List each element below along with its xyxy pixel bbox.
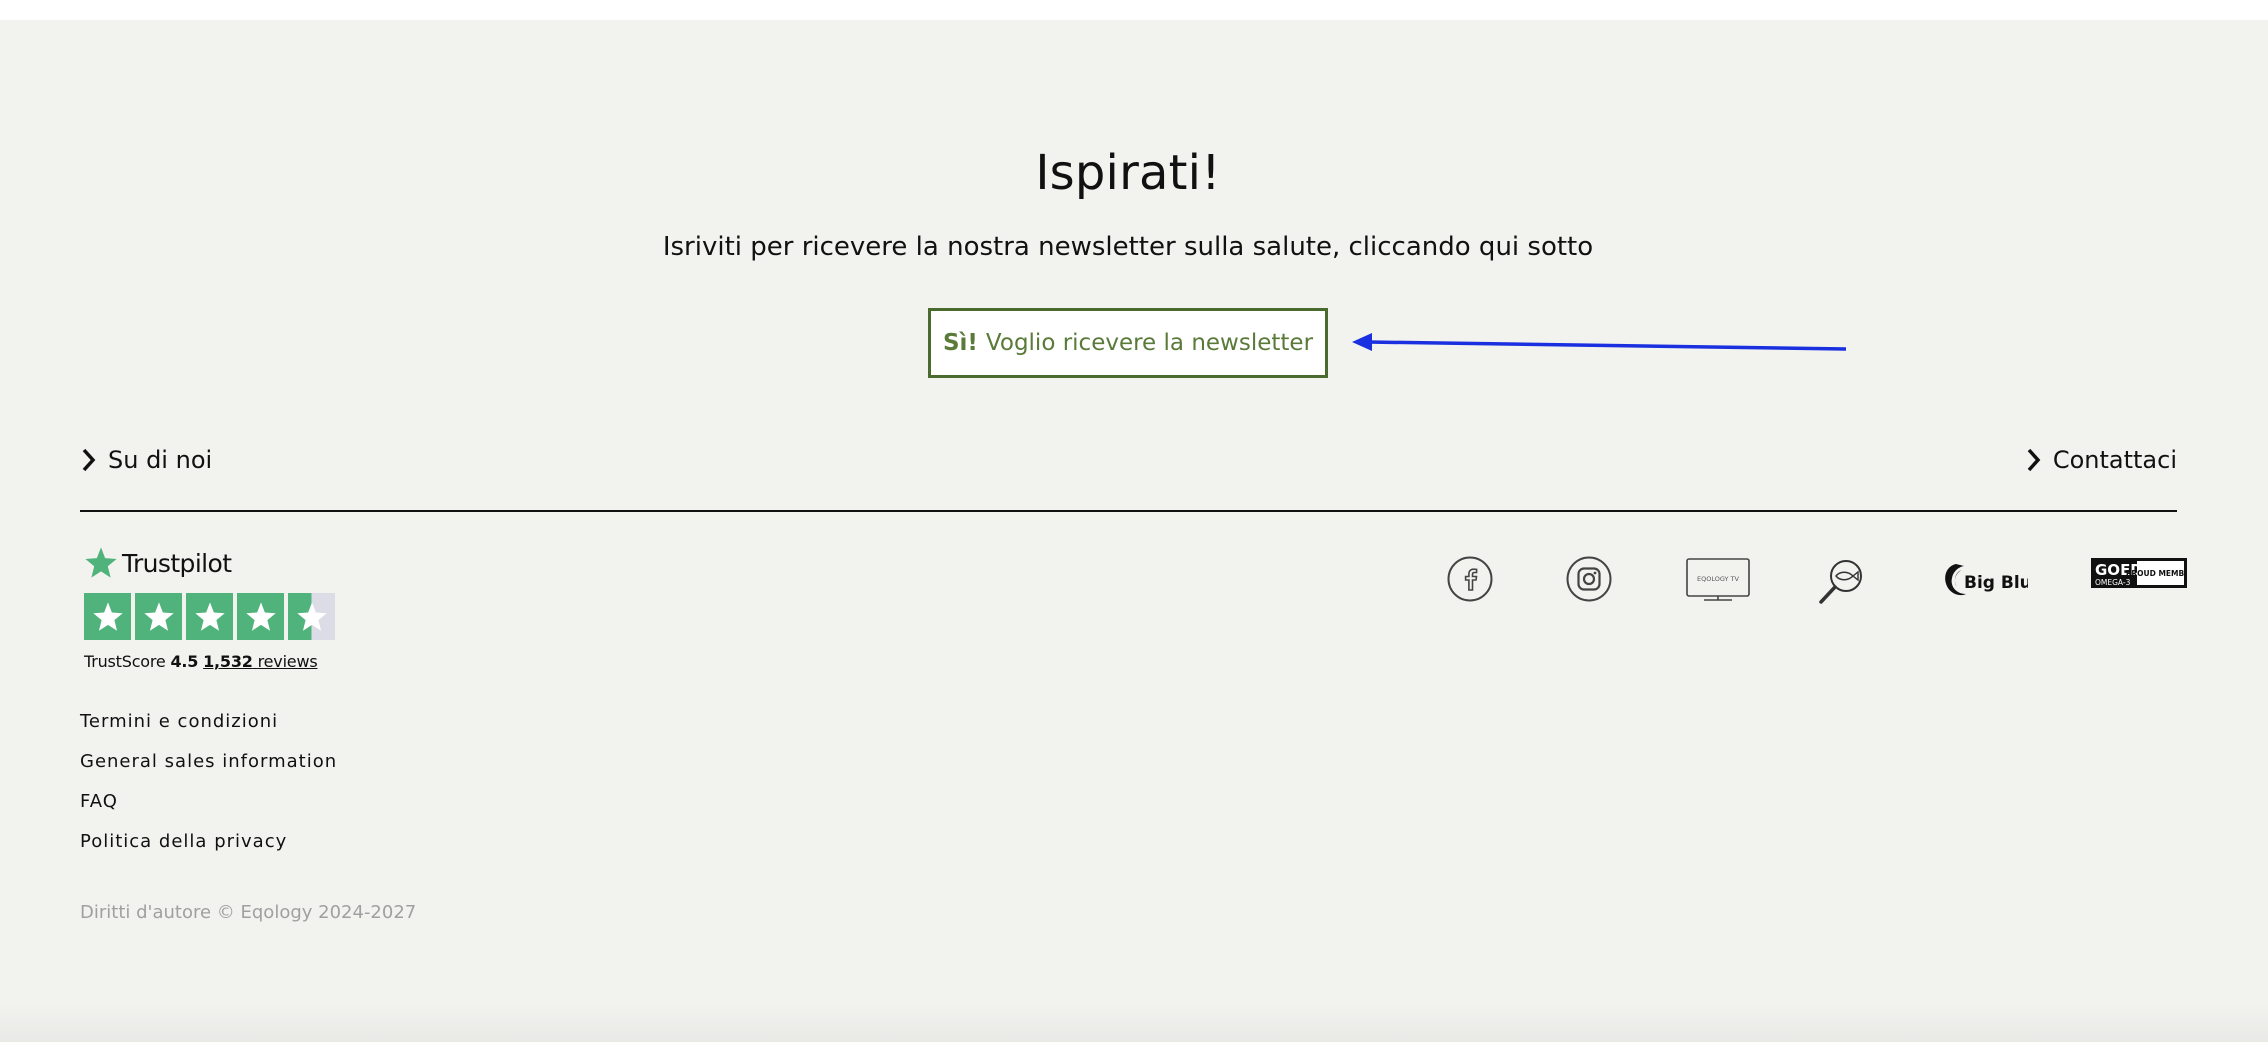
reviews-count: 1,532 — [203, 652, 253, 671]
goed-omega3-logo[interactable]: GOED OMEGA-3 PROUD MEMBER — [2091, 558, 2187, 592]
annotation-arrow-icon — [1352, 333, 1847, 351]
newsletter-button-strong: Sì! — [942, 330, 978, 356]
facebook-icon[interactable] — [1447, 556, 1493, 602]
eqology-tv-icon[interactable]: EQOLOGY TV — [1686, 558, 1750, 604]
trustscore-line: TrustScore 4.5 1,532 reviews — [84, 652, 344, 671]
reviews-link[interactable]: 1,532 reviews — [203, 652, 318, 671]
newsletter-signup-button[interactable]: Sì! Voglio ricevere la newsletter — [928, 308, 1328, 378]
contact-label: Contattaci — [2052, 446, 2177, 474]
big-blue-text: Big Blue — [1964, 573, 2028, 593]
sales-info-link[interactable]: General sales information — [80, 751, 337, 791]
newsletter-button-label: Voglio ricevere la newsletter — [985, 330, 1314, 356]
trustscore-label: TrustScore — [84, 652, 166, 671]
omega-text: OMEGA-3 — [2095, 578, 2131, 587]
newsletter-subtitle: Isriviti per ricevere la nostra newslett… — [662, 232, 1594, 262]
footer-links: Termini e condizioni General sales infor… — [80, 711, 337, 871]
instagram-icon[interactable] — [1566, 556, 1612, 602]
footer-divider — [80, 510, 2177, 512]
social-icons-row: EQOLOGY TV Big Blue GOED OMEGA-3 PROUD M… — [0, 556, 2268, 606]
about-us-toggle[interactable]: Su di noi — [80, 446, 212, 474]
terms-link[interactable]: Termini e condizioni — [80, 711, 337, 751]
copyright-text: Diritti d'autore © Eqology 2024-2027 — [80, 902, 417, 923]
bottom-fade — [0, 1002, 2268, 1042]
about-us-label: Su di noi — [108, 446, 213, 474]
reviews-label: reviews — [257, 652, 318, 671]
fish-magnifier-icon[interactable] — [1817, 556, 1867, 606]
chevron-right-icon — [2027, 448, 2041, 472]
chevron-right-icon — [82, 448, 96, 472]
privacy-link[interactable]: Politica della privacy — [80, 831, 337, 871]
newsletter-title: Ispirati! — [1035, 145, 1221, 201]
top-strip — [0, 0, 2268, 20]
trustscore-value: 4.5 — [170, 652, 199, 671]
proud-member-text: PROUD MEMBER — [2126, 569, 2187, 578]
big-blue-logo[interactable]: Big Blue — [1940, 560, 2028, 604]
faq-link[interactable]: FAQ — [80, 791, 337, 831]
tv-logo-text: EQOLOGY TV — [1697, 575, 1740, 583]
contact-toggle[interactable]: Contattaci — [2025, 446, 2177, 474]
